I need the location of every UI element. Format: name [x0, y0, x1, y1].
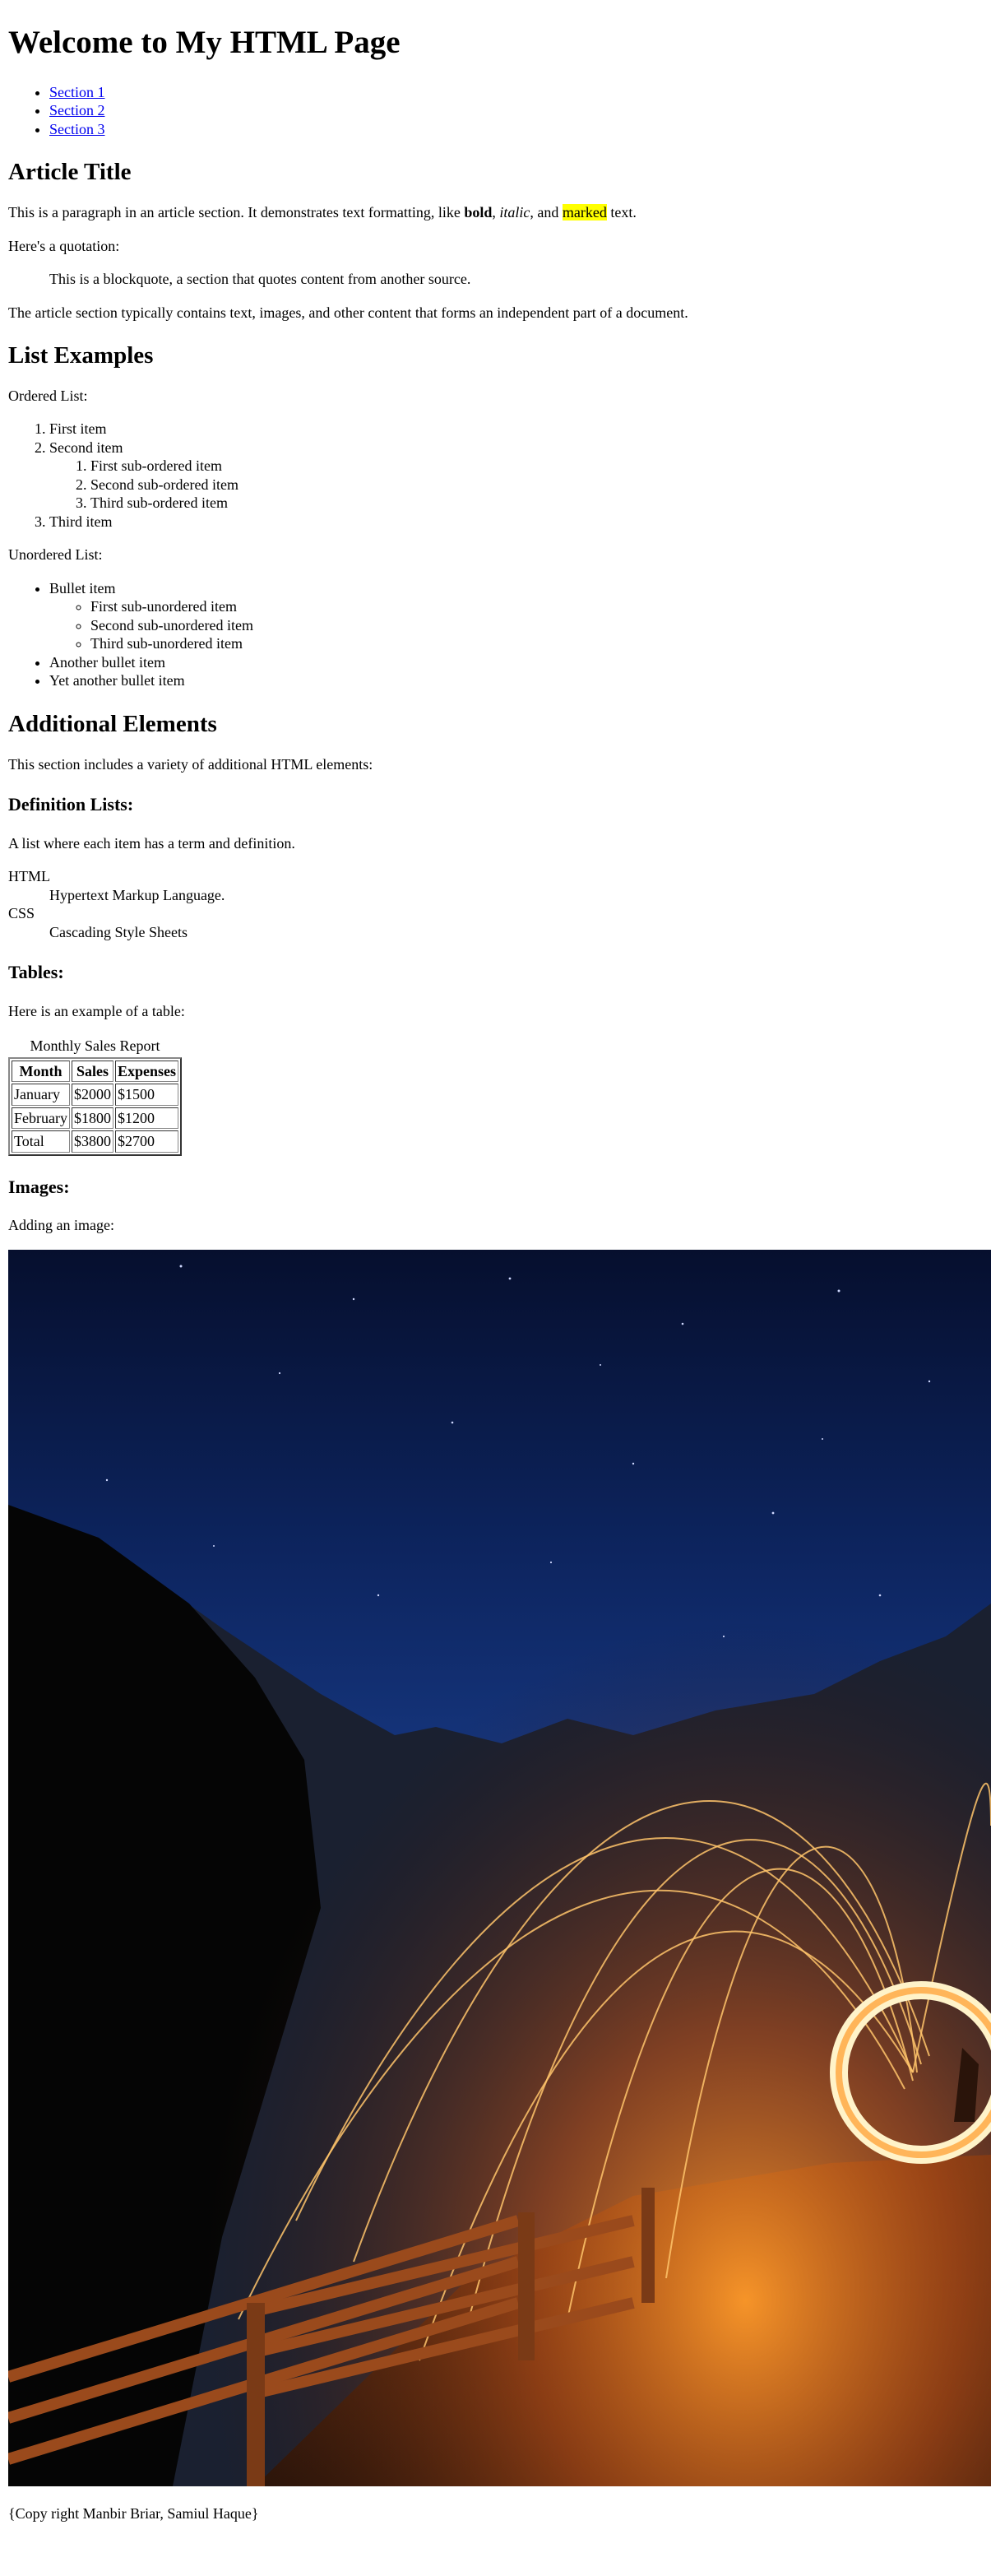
table-header-cell: Expenses: [114, 1060, 178, 1083]
list-item: Second item First sub-ordered item Secon…: [49, 439, 983, 513]
article-title: Article Title: [8, 159, 132, 186]
ordered-list: First item Second item First sub-ordered…: [8, 420, 983, 531]
article-section: Article Title This is a paragraph in an …: [8, 158, 983, 322]
tables-intro: Here is an example of a table:: [8, 1002, 185, 1019]
nav-item: Section 1: [49, 83, 983, 102]
fire-glow: [8, 1249, 991, 2486]
definition-description: Cascading Style Sheets: [49, 923, 188, 940]
unordered-list-label: Unordered List:: [8, 546, 103, 564]
section-nav: Section 1 Section 2 Section 3: [8, 83, 983, 139]
list-item-label: Bullet item: [49, 579, 116, 596]
table-cell: $1800: [71, 1107, 113, 1130]
list-item: Yet another bullet item: [49, 671, 983, 690]
table-cell: Total: [12, 1130, 70, 1153]
marked-text: marked: [562, 204, 607, 221]
ordered-list-label: Ordered List:: [8, 387, 88, 404]
sub-list-item: First sub-ordered item: [90, 457, 983, 476]
table-row: Total $3800 $2700: [12, 1130, 178, 1153]
nav-link-section-1[interactable]: Section 1: [49, 84, 105, 100]
nav-link-section-3[interactable]: Section 3: [49, 121, 105, 137]
table-header-row: Month Sales Expenses: [12, 1060, 178, 1083]
definition-lists-intro: A list where each item has a term and de…: [8, 834, 295, 852]
table-cell: $3800: [71, 1130, 113, 1153]
table-row: January $2000 $1500: [12, 1084, 178, 1106]
images-intro: Adding an image:: [8, 1217, 114, 1234]
table-cell: February: [12, 1107, 70, 1130]
sub-list-item: Second sub-ordered item: [90, 476, 983, 494]
additional-elements-title: Additional Elements: [8, 710, 217, 737]
sub-list-item: Third sub-ordered item: [90, 494, 983, 513]
blockquote: This is a blockquote, a section that quo…: [49, 271, 471, 288]
list-examples-title: List Examples: [8, 342, 154, 369]
sub-unordered-list: First sub-unordered item Second sub-unor…: [49, 597, 983, 653]
steel-wool-night-photo: [8, 1249, 991, 2486]
additional-intro: This section includes a variety of addit…: [8, 755, 373, 773]
sub-ordered-list: First sub-ordered item Second sub-ordere…: [49, 457, 983, 513]
nav-item: Section 2: [49, 101, 983, 120]
page-header: Welcome to My HTML Page Section 1 Sectio…: [8, 25, 983, 138]
list-examples-section: List Examples Ordered List: First item S…: [8, 341, 983, 690]
sales-table: Monthly Sales Report Month Sales Expense…: [8, 1035, 182, 1156]
definition-term: CSS: [8, 905, 35, 922]
separator-text: ,: [492, 204, 500, 221]
paragraph-text: text.: [606, 204, 637, 221]
list-item: First item: [49, 420, 983, 439]
table-header-cell: Month: [12, 1060, 70, 1083]
table-cell: $2000: [71, 1084, 113, 1106]
italic-text: italic: [499, 204, 530, 221]
images-title: Images:: [8, 1176, 70, 1197]
list-item: Third item: [49, 513, 983, 531]
list-item: Bullet item First sub-unordered item Sec…: [49, 579, 983, 653]
nav-list: Section 1 Section 2 Section 3: [8, 83, 983, 139]
definition-description: Hypertext Markup Language.: [49, 886, 225, 903]
unordered-list: Bullet item First sub-unordered item Sec…: [8, 579, 983, 690]
table-cell: January: [12, 1084, 70, 1106]
definition-term: HTML: [8, 868, 50, 885]
table-cell: $1200: [114, 1107, 178, 1130]
bold-text: bold: [464, 204, 493, 221]
list-item: Another bullet item: [49, 653, 983, 672]
nav-link-section-2[interactable]: Section 2: [49, 102, 105, 118]
page-title: Welcome to My HTML Page: [8, 25, 401, 60]
additional-elements-section: Additional Elements This section include…: [8, 710, 991, 2486]
separator-text: , and: [530, 204, 563, 221]
article-paragraph: This is a paragraph in an article sectio…: [8, 203, 983, 222]
table-cell: $2700: [114, 1130, 178, 1153]
quotation-intro: Here's a quotation:: [8, 237, 120, 254]
definition-list: HTML Hypertext Markup Language. CSS Casc…: [8, 867, 983, 941]
article-paragraph-2: The article section typically contains t…: [8, 304, 688, 321]
page-footer: {Copy right Manbir Briar, Samiul Haque}: [8, 2504, 259, 2522]
list-item-label: Second item: [49, 439, 123, 456]
table-caption: Monthly Sales Report: [30, 1037, 160, 1055]
nav-item: Section 3: [49, 120, 983, 139]
table-row: February $1800 $1200: [12, 1107, 178, 1130]
table-header-cell: Sales: [71, 1060, 113, 1083]
sub-list-item: Second sub-unordered item: [90, 616, 983, 635]
paragraph-text: This is a paragraph in an article sectio…: [8, 204, 465, 221]
sub-list-item: Third sub-unordered item: [90, 634, 983, 653]
table-cell: $1500: [114, 1084, 178, 1106]
tables-title: Tables:: [8, 962, 64, 983]
sub-list-item: First sub-unordered item: [90, 597, 983, 616]
definition-lists-title: Definition Lists:: [8, 794, 134, 815]
